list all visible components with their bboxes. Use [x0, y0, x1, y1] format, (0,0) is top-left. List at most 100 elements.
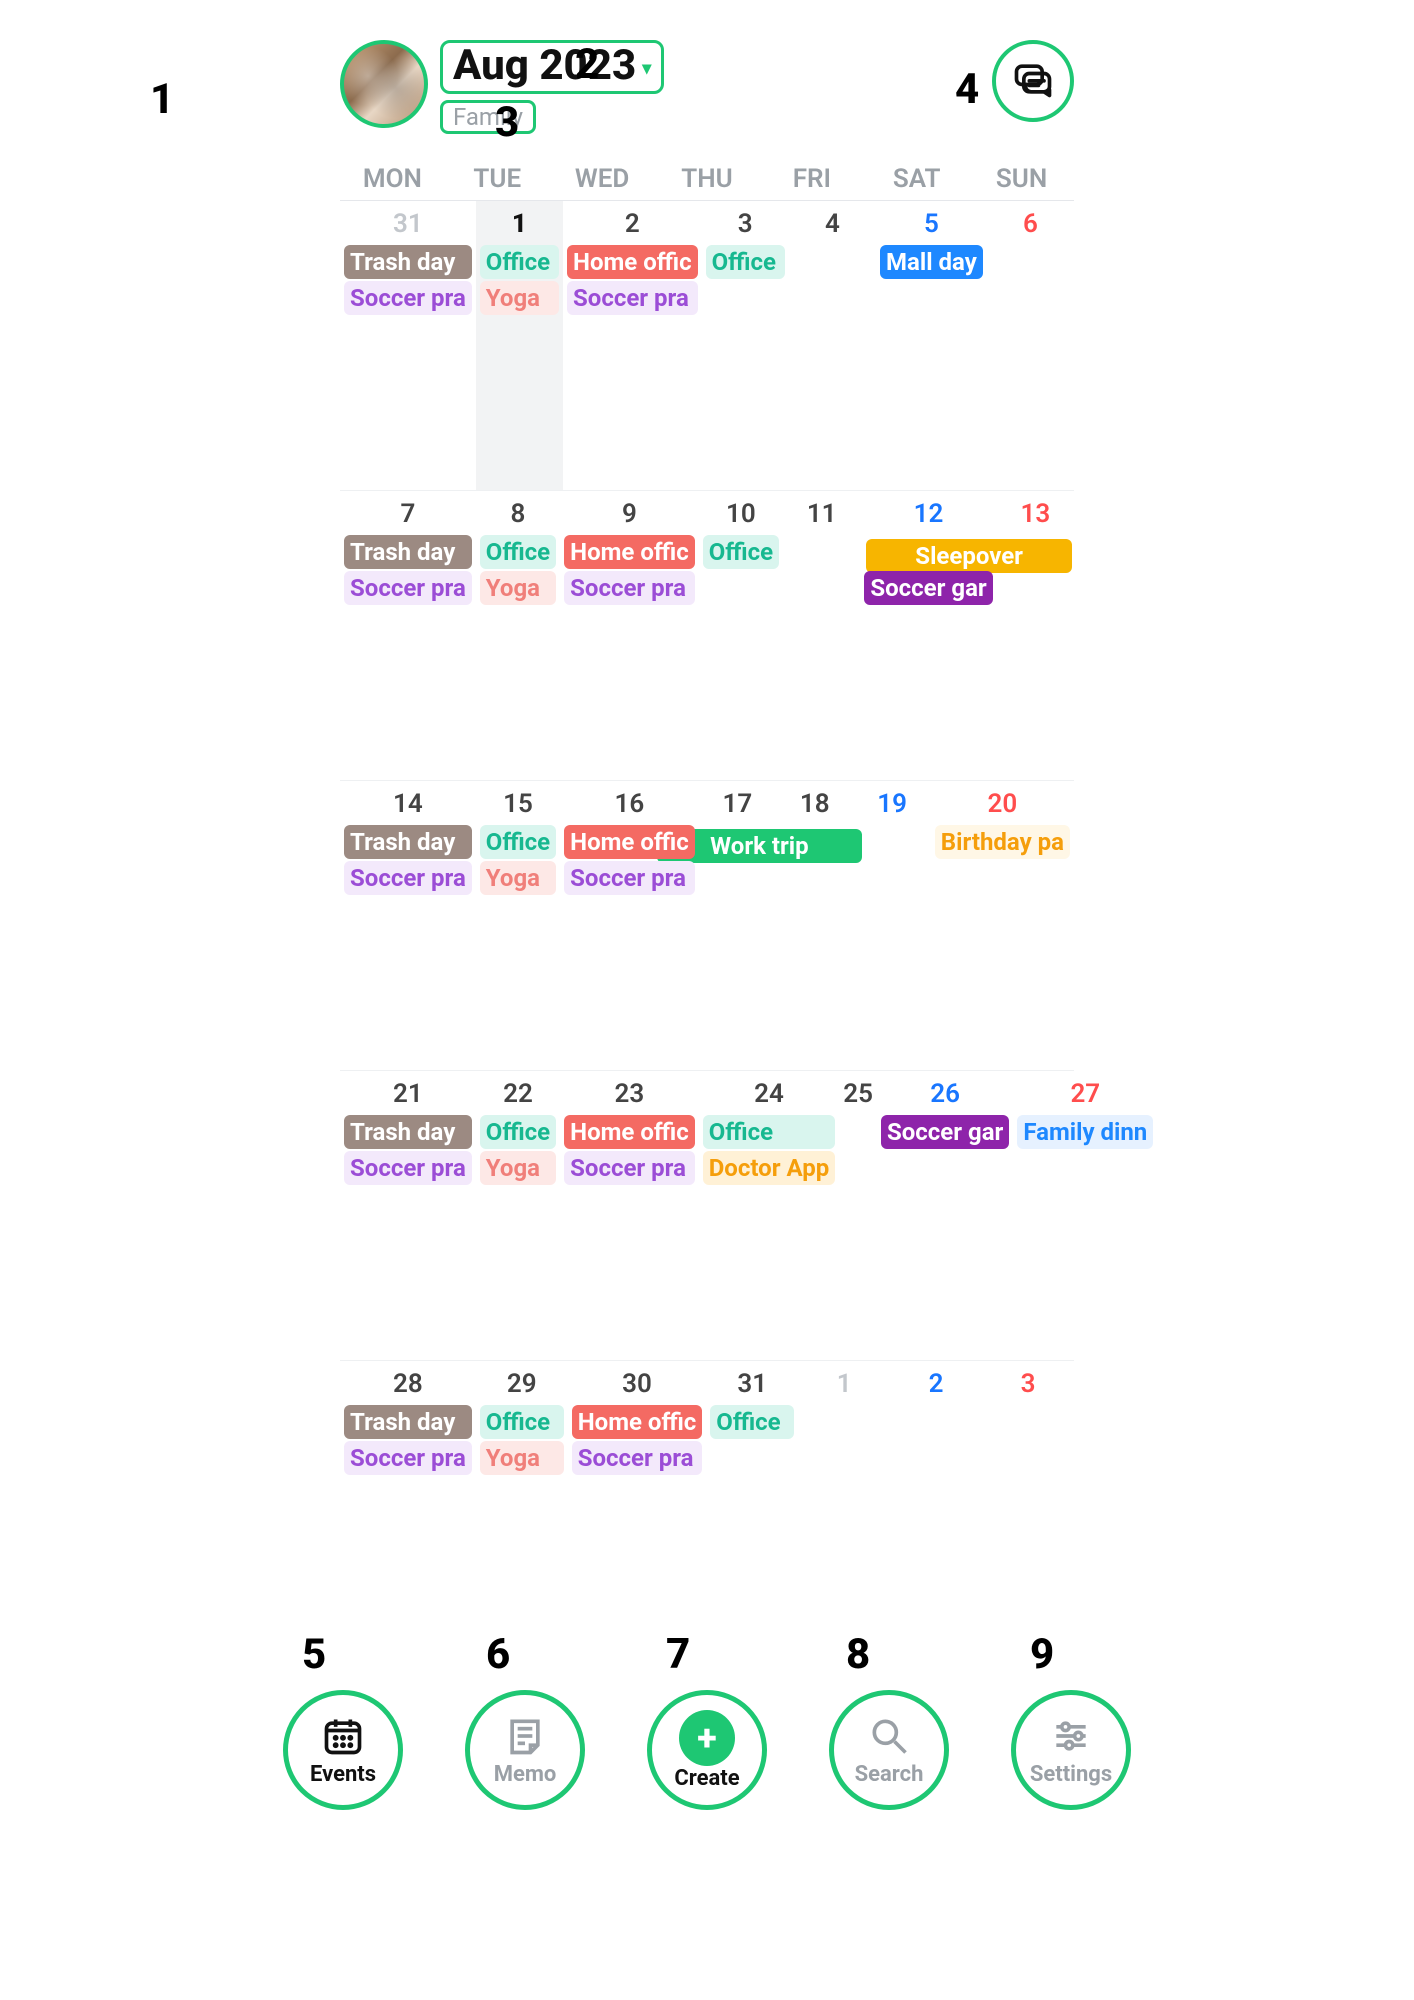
event-chip[interactable]: Home offic — [572, 1405, 703, 1439]
calendar-day[interactable]: 21Trash daySoccer pra — [340, 1071, 476, 1360]
event-chip[interactable]: Soccer pra — [567, 281, 698, 315]
calendar-day[interactable]: 31Trash daySoccer pra — [340, 201, 476, 490]
calendar-week: 21Trash daySoccer pra22OfficeYoga23 Home … — [340, 1071, 1074, 1361]
calendar-day[interactable]: 4 — [789, 201, 876, 490]
event-chip[interactable]: Soccer pra — [344, 281, 472, 315]
event-chip[interactable]: Home offic — [564, 825, 695, 859]
nav-search-label: Search — [855, 1762, 924, 1787]
event-chip[interactable]: Office — [706, 245, 785, 279]
calendar-day[interactable]: 10Office — [699, 491, 783, 780]
calendar-day[interactable]: 1 — [798, 1361, 890, 1571]
event-chip[interactable]: Trash day — [344, 1405, 472, 1439]
calendar-day[interactable]: 17 — [699, 781, 776, 1070]
calendar-day[interactable]: 19 — [853, 781, 930, 1070]
event-chip[interactable]: Mall day — [880, 245, 983, 279]
messages-button[interactable] — [992, 40, 1074, 122]
day-events: Home officSoccer pra — [564, 825, 695, 895]
event-chip[interactable]: Office — [480, 825, 556, 859]
calendar-day[interactable]: 5Mall day — [876, 201, 987, 490]
calendar-day[interactable]: 8OfficeYoga — [476, 491, 560, 780]
calendar-week: 28Trash daySoccer pra29OfficeYoga30Home … — [340, 1361, 1074, 1571]
calendar-day[interactable]: 13 — [997, 491, 1074, 780]
nav-search[interactable]: Search — [829, 1690, 949, 1810]
event-chip[interactable]: Office — [480, 535, 556, 569]
event-chip[interactable]: Trash day — [344, 535, 472, 569]
event-chip[interactable]: Soccer pra — [564, 571, 695, 605]
day-number: 2 — [567, 209, 698, 239]
event-chip[interactable]: Trash day — [344, 245, 472, 279]
event-chip[interactable]: Birthday pa — [935, 825, 1070, 859]
event-chip[interactable]: Trash day — [344, 825, 472, 859]
calendar-day[interactable]: 30Home officSoccer pra — [568, 1361, 707, 1571]
event-chip[interactable]: Soccer gar — [881, 1115, 1009, 1149]
calendar-day[interactable]: 25 — [839, 1071, 877, 1360]
profile-avatar[interactable] — [340, 40, 428, 128]
month-selector[interactable]: Aug 2023 ▾ — [440, 40, 664, 94]
calendar-day[interactable]: 9Home officSoccer pra — [560, 491, 699, 780]
calendar-day[interactable]: 2 Home officSoccer pra — [563, 201, 702, 490]
event-chip[interactable]: Office — [703, 1115, 836, 1149]
day-events: Trash daySoccer pra — [344, 825, 472, 895]
day-number: 3 — [986, 1369, 1070, 1399]
event-chip[interactable]: Office — [710, 1405, 794, 1439]
event-chip[interactable]: Yoga — [480, 861, 556, 895]
event-chip[interactable]: Soccer pra — [344, 571, 472, 605]
calendar-day[interactable]: 31Office — [706, 1361, 798, 1571]
calendar-day[interactable]: 15OfficeYoga — [476, 781, 560, 1070]
calendar-day[interactable]: 22OfficeYoga — [476, 1071, 560, 1360]
event-chip[interactable]: Home offic — [564, 535, 695, 569]
event-chip[interactable]: Office — [480, 1405, 564, 1439]
event-chip[interactable]: Soccer pra — [564, 1151, 695, 1185]
event-chip[interactable]: Soccer pra — [564, 861, 695, 895]
event-chip[interactable]: Office — [480, 245, 559, 279]
day-number: 19 — [857, 789, 926, 819]
calendar-day[interactable]: 11 — [783, 491, 860, 780]
calendar-day[interactable]: 28 Trash daySoccer pra — [340, 1361, 476, 1571]
event-chip[interactable]: Family dinn — [1017, 1115, 1153, 1149]
event-chip[interactable]: Yoga — [480, 281, 559, 315]
dow-sun: SUN — [969, 164, 1074, 194]
calendar-day[interactable]: 14Trash daySoccer pra — [340, 781, 476, 1070]
dow-tue: TUE — [445, 164, 550, 194]
day-number: 28 — [344, 1369, 472, 1399]
day-number: 23 — [564, 1079, 695, 1109]
event-chip[interactable]: Soccer pra — [344, 1151, 472, 1185]
calendar-day[interactable]: 27Family dinn — [1013, 1071, 1157, 1360]
event-chip[interactable]: Doctor App — [703, 1151, 836, 1185]
calendar-day[interactable]: 18 — [776, 781, 853, 1070]
calendar-day[interactable]: 3 — [982, 1361, 1074, 1571]
nav-create-label: Create — [674, 1766, 739, 1791]
calendar-day[interactable]: 29OfficeYoga — [476, 1361, 568, 1571]
event-chip[interactable]: Yoga — [480, 1151, 556, 1185]
calendar-day[interactable]: 26Soccer gar — [877, 1071, 1013, 1360]
calendar-name-selector[interactable]: Family — [440, 100, 536, 134]
nav-create[interactable]: + Create — [647, 1690, 767, 1810]
event-chip[interactable]: Home offic — [567, 245, 698, 279]
event-chip[interactable]: Soccer pra — [344, 1441, 472, 1475]
day-number: 2 — [894, 1369, 978, 1399]
annotation-3: 3 — [495, 98, 519, 147]
event-chip[interactable]: Yoga — [480, 1441, 564, 1475]
day-events: Home officSoccer pra — [564, 1115, 695, 1185]
event-chip[interactable]: Soccer pra — [572, 1441, 703, 1475]
calendar-day[interactable]: 3Office — [702, 201, 789, 490]
calendar-day[interactable]: 24OfficeDoctor App — [699, 1071, 840, 1360]
calendar-day[interactable]: 23 Home officSoccer pra — [560, 1071, 699, 1360]
event-chip[interactable]: Trash day — [344, 1115, 472, 1149]
nav-memo[interactable]: Memo — [465, 1690, 585, 1810]
event-chip[interactable]: Office — [703, 535, 779, 569]
event-chip[interactable]: Office — [480, 1115, 556, 1149]
event-chip[interactable]: Soccer pra — [344, 861, 472, 895]
calendar-day[interactable]: 20Birthday pa — [931, 781, 1074, 1070]
calendar-day[interactable]: 12Soccer gar — [860, 491, 996, 780]
calendar-day[interactable]: 2 — [890, 1361, 982, 1571]
nav-events[interactable]: Events — [283, 1690, 403, 1810]
nav-settings[interactable]: Settings — [1011, 1690, 1131, 1810]
event-chip[interactable]: Yoga — [480, 571, 556, 605]
event-chip[interactable]: Soccer gar — [864, 571, 992, 605]
calendar-day[interactable]: 6 — [987, 201, 1074, 490]
calendar-day[interactable]: 1OfficeYoga — [476, 201, 563, 490]
calendar-day[interactable]: 16Home officSoccer pra — [560, 781, 699, 1070]
event-chip[interactable]: Home offic — [564, 1115, 695, 1149]
calendar-day[interactable]: 7Trash daySoccer pra — [340, 491, 476, 780]
